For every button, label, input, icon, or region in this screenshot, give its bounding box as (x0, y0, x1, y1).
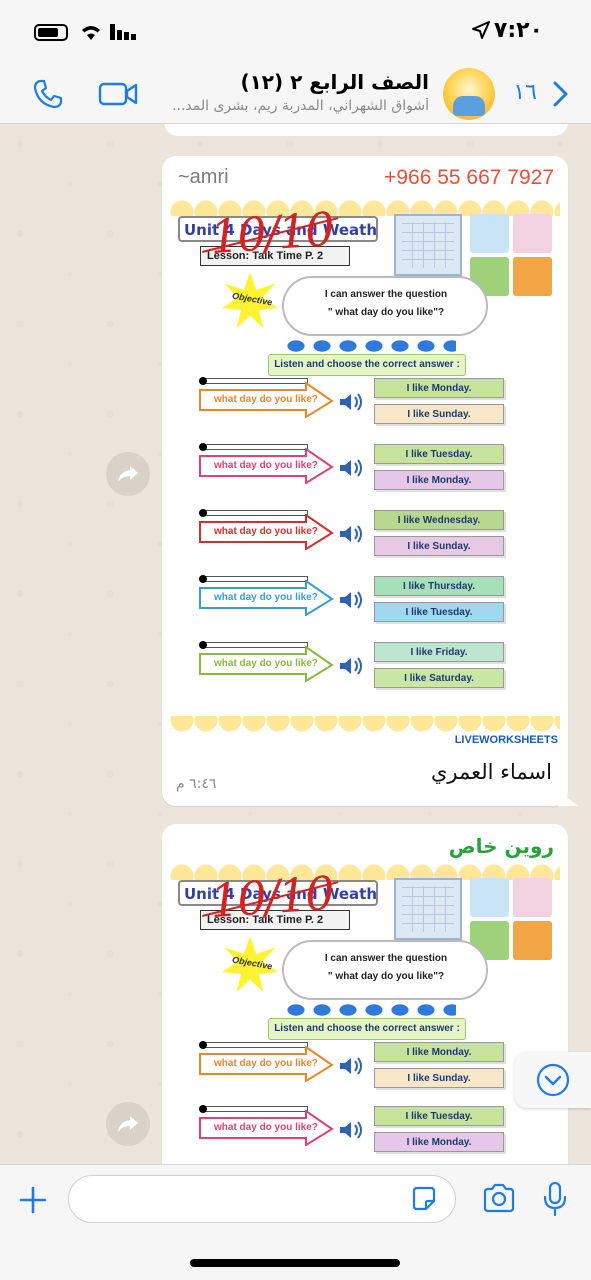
question-row: what day do you like? I like Tuesday. I li… (198, 1105, 558, 1158)
question-prompt: what day do you like? (214, 460, 318, 471)
speaker-icon[interactable] (338, 458, 366, 478)
instruction-label: Listen and choose the correct answer : (268, 354, 466, 376)
question-row: what day do you like? I like Monday. I lik… (198, 377, 558, 430)
answer-option[interactable]: I like Monday. (374, 470, 504, 490)
seasons-picture (470, 214, 552, 296)
forward-button[interactable] (106, 1102, 150, 1146)
chat-area[interactable]: ~amri +966 55 667 7927 Unit 4 Days and W… (0, 124, 591, 1164)
chevron-down-icon (536, 1063, 570, 1097)
question-row: what day do you like? I like Tuesday. I li… (198, 443, 558, 496)
sender-phone[interactable]: +966 55 667 7927 (384, 166, 554, 190)
calendar-picture (394, 878, 462, 940)
liveworksheets-watermark: LIVEWORKSHEETS (454, 734, 558, 746)
video-call-icon[interactable] (98, 80, 138, 108)
answer-option[interactable]: I like Tuesday. (374, 1106, 504, 1126)
calendar-picture (394, 214, 462, 276)
speaker-icon[interactable] (338, 1056, 366, 1076)
speaker-icon[interactable] (338, 524, 366, 544)
previous-message-bubble (164, 124, 568, 136)
question-row: what day do you like? I like Monday. I lik… (198, 1041, 558, 1094)
rain-drops (286, 338, 456, 354)
rain-drops (286, 1002, 456, 1018)
forward-icon (118, 1116, 138, 1132)
answer-option[interactable]: I like Monday. (374, 378, 504, 398)
microphone-icon[interactable] (542, 1181, 568, 1217)
objective-text: I can answer the question " what day do … (296, 950, 476, 986)
seasons-picture (470, 878, 552, 960)
speaker-icon[interactable] (338, 656, 366, 676)
answer-option[interactable]: I like Monday. (374, 1132, 504, 1152)
answer-option[interactable]: I like Monday. (374, 1042, 504, 1062)
message-bubble[interactable]: روين خاص Unit 4 Days and Weather Lesson:… (162, 824, 568, 1164)
forward-button[interactable] (106, 452, 150, 496)
sticker-icon[interactable] (410, 1185, 438, 1213)
question-prompt: what day do you like? (214, 592, 318, 603)
answer-option[interactable]: I like Tuesday. (374, 602, 504, 622)
worksheet-image[interactable]: Unit 4 Days and Weather Lesson: Talk Tim… (170, 862, 560, 1164)
answer-option[interactable]: I like Sunday. (374, 1068, 504, 1088)
sender-name[interactable]: روين خاص (449, 834, 554, 858)
speaker-icon[interactable] (338, 1120, 366, 1140)
group-members[interactable]: أشواق الشهراني، المدربة ريم، بشرى المد..… (139, 98, 429, 114)
phone-call-icon[interactable] (32, 78, 64, 110)
battery-icon (34, 24, 68, 41)
answer-option[interactable]: I like Wednesday. (374, 510, 504, 530)
camera-icon[interactable] (482, 1183, 516, 1213)
score-mark: 10/10 (208, 865, 335, 929)
message-caption: اسماء العمري (430, 760, 552, 784)
status-bar: ٧:٢٠ (0, 0, 591, 62)
question-prompt: what day do you like? (214, 658, 318, 669)
objective-line-1: I can answer the question (324, 953, 448, 964)
group-title[interactable]: الصف الرابع ٢ (١٢) (240, 70, 429, 94)
forward-icon (118, 466, 138, 482)
question-prompt: what day do you like? (214, 394, 318, 405)
status-time: ٧:٢٠ (493, 18, 543, 43)
speaker-icon[interactable] (338, 590, 366, 610)
worksheet-image[interactable]: Unit 4 Days and Weather Lesson: Talk Tim… (170, 198, 560, 746)
sender-name[interactable]: ~amri (178, 166, 229, 189)
answer-option[interactable]: I like Sunday. (374, 536, 504, 556)
answer-option[interactable]: I like Friday. (374, 642, 504, 662)
home-indicator (190, 1259, 400, 1267)
scallop-border (170, 716, 560, 734)
wifi-icon (82, 26, 100, 40)
answer-option[interactable]: I like Tuesday. (374, 444, 504, 464)
score-mark: 10/10 (208, 201, 335, 265)
message-time: ٦:٤٦ م (176, 776, 217, 792)
question-row: what day do you like? I like Friday. I lik… (198, 641, 558, 694)
group-avatar[interactable] (443, 68, 495, 120)
question-prompt: what day do you like? (214, 1058, 318, 1069)
message-input[interactable] (68, 1175, 456, 1223)
objective-line-2: " what day do you like"? (327, 307, 445, 318)
objective-text: I can answer the question " what day do … (296, 286, 476, 322)
plus-icon[interactable] (18, 1185, 48, 1215)
answer-option[interactable]: I like Sunday. (374, 404, 504, 424)
question-row: what day do you like? I like Wednesday. I … (198, 509, 558, 562)
instruction-label: Listen and choose the correct answer : (268, 1018, 466, 1040)
scroll-to-bottom-button[interactable] (515, 1052, 591, 1108)
chat-header: الصف الرابع ٢ (١٢) أشواق الشهراني، المدر… (0, 62, 591, 124)
unread-count[interactable]: ١٦ (513, 80, 537, 105)
back-chevron-icon[interactable] (549, 80, 571, 108)
question-row: what day do you like? I like Thursday. I l… (198, 575, 558, 628)
speaker-icon[interactable] (338, 392, 366, 412)
question-prompt: what day do you like? (214, 1122, 318, 1133)
location-arrow-icon (472, 21, 490, 39)
objective-line-1: I can answer the question (324, 289, 448, 300)
message-bubble[interactable]: ~amri +966 55 667 7927 Unit 4 Days and W… (162, 156, 568, 806)
question-prompt: what day do you like? (214, 526, 318, 537)
answer-option[interactable]: I like Thursday. (374, 576, 504, 596)
signal-icon (110, 24, 136, 40)
objective-line-2: " what day do you like"? (327, 971, 445, 982)
answer-option[interactable]: I like Saturday. (374, 668, 504, 688)
